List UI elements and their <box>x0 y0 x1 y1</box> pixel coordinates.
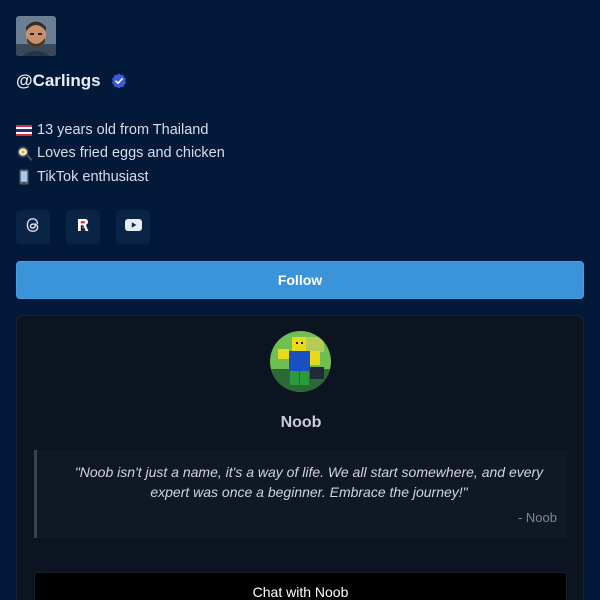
bio-line: 13 years old from Thailand <box>16 118 225 142</box>
character-quote: "Noob isn't just a name, it's a way of l… <box>34 450 567 538</box>
quote-author: - Noob <box>517 510 557 525</box>
bio-line: TikTok enthusiast <box>16 165 225 189</box>
bio: 13 years old from Thailand Loves fried e… <box>16 118 225 189</box>
character-avatar[interactable] <box>270 331 331 392</box>
profile-page: @Carlings 13 years old from Thailand Lov… <box>0 0 600 600</box>
mobile-phone-icon <box>16 169 32 185</box>
threads-icon <box>25 217 41 238</box>
avatar[interactable] <box>16 16 56 56</box>
thailand-flag-icon <box>16 122 32 138</box>
bio-text: 13 years old from Thailand <box>37 121 209 138</box>
chat-button[interactable]: Chat with Noob <box>34 572 567 600</box>
bio-line: Loves fried eggs and chicken <box>16 142 225 166</box>
bio-text: TikTok enthusiast <box>37 168 149 185</box>
bio-text: Loves fried eggs and chicken <box>37 145 225 162</box>
fried-egg-icon <box>16 145 32 161</box>
roblox-icon <box>75 217 91 238</box>
username: @Carlings <box>16 71 101 90</box>
social-links <box>16 210 150 244</box>
verified-badge-icon <box>111 73 127 89</box>
youtube-link[interactable] <box>116 210 150 244</box>
follow-button[interactable]: Follow <box>16 261 584 299</box>
character-card: Noob "Noob isn't just a name, it's a way… <box>16 315 584 600</box>
threads-link[interactable] <box>16 210 50 244</box>
roblox-link[interactable] <box>66 210 100 244</box>
quote-text: "Noob isn't just a name, it's a way of l… <box>74 464 544 500</box>
username-row: @Carlings <box>16 71 127 91</box>
youtube-icon <box>124 218 142 236</box>
character-name: Noob <box>280 414 322 431</box>
